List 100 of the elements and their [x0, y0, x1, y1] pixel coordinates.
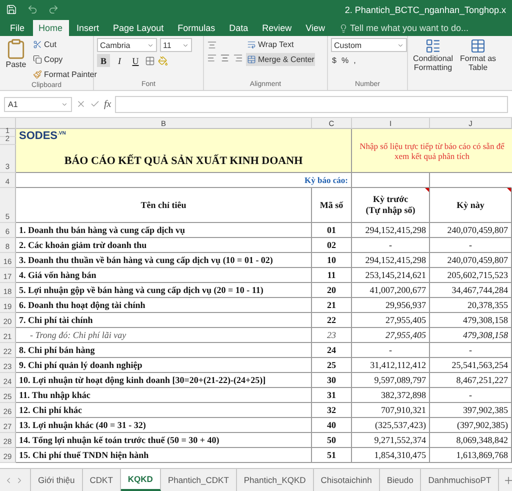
insert-function-button[interactable]: fx	[104, 98, 112, 110]
number-format-field[interactable]: Custom	[331, 38, 407, 52]
sheet-tab[interactable]: DanhmuchisoPT	[421, 469, 500, 491]
table-cell: 10. Lợi nhuận từ hoạt động kinh doanh [30=20+(21-22)-(24+25)]	[16, 373, 312, 388]
table-cell: 9. Chi phí quản lý doanh nghiệp	[16, 358, 312, 373]
logo: SODES$^{.VN}$	[19, 130, 66, 142]
table-cell: 4. Giá vốn hàng bán	[16, 268, 312, 283]
save-icon	[6, 4, 17, 15]
styles-button[interactable]: Conditional Formatting	[411, 38, 456, 90]
table-cell: 6. Doanh thu hoạt động tài chính	[16, 298, 312, 313]
table-cell: - Trong đó: Chi phí lãi vay	[16, 328, 312, 343]
table-cell: 29,956,937	[352, 298, 430, 313]
scissors-icon	[33, 40, 42, 49]
ribbon-tab[interactable]: View	[300, 20, 331, 36]
select-all-corner[interactable]	[0, 118, 16, 129]
ribbon-tab[interactable]: Page Layout	[107, 20, 170, 36]
table-cell: 51	[312, 448, 352, 463]
table-cell: 479,308,158	[430, 328, 512, 343]
format-painter-button[interactable]: Format Painter	[32, 68, 98, 81]
table-cell: 11	[312, 268, 352, 283]
table-cell: -	[352, 238, 430, 253]
ribbon-tab[interactable]: File	[4, 20, 31, 36]
table-cell: 25	[312, 358, 352, 373]
ribbon-tab[interactable]: Review	[256, 20, 298, 36]
table-cell: 3. Doanh thu thuần về bán hàng và cung cấp dịch vụ (10 = 01 - 02)	[16, 253, 312, 268]
styles-button[interactable]: Format as Table	[458, 38, 498, 90]
window-title: 2. Phantich_BCTC_nganhan_Tonghop.x	[344, 4, 506, 14]
column-heading: Mã số	[312, 188, 352, 223]
table-cell: 01	[312, 223, 352, 238]
table-cell: 24	[312, 343, 352, 358]
conditional-formatting-icon	[425, 38, 442, 54]
comma-button[interactable]: ,	[352, 54, 357, 67]
sheet-tab[interactable]: Chisotaichinh	[314, 469, 380, 491]
table-cell: 11. Thu nhập khác	[16, 388, 312, 403]
font-name-field[interactable]: Cambria	[97, 38, 157, 52]
font-size-field[interactable]: 11	[160, 38, 192, 52]
table-cell: (325,537,423)	[352, 418, 430, 433]
table-cell: 8,467,251,227	[430, 373, 512, 388]
table-cell: 707,910,321	[352, 403, 430, 418]
scroll-right-icon	[15, 476, 24, 484]
table-cell: 50	[312, 433, 352, 448]
table-cell: 9,271,552,374	[352, 433, 430, 448]
bold-button[interactable]: B	[97, 54, 110, 67]
table-cell: 1,613,869,768	[430, 448, 512, 463]
table-cell: 479,308,158	[430, 313, 512, 328]
table-cell: 23	[312, 328, 352, 343]
sheet-tab[interactable]: Bieudo	[380, 469, 422, 491]
paintbrush-icon	[33, 70, 42, 79]
name-box[interactable]: A1	[4, 96, 72, 112]
table-cell: 25,541,563,254	[430, 358, 512, 373]
merge-center-button[interactable]: Merge & Center	[246, 53, 316, 66]
wrap-text-button[interactable]: Wrap Text	[246, 38, 316, 51]
table-cell: 27,955,405	[352, 313, 430, 328]
cancel-icon	[76, 99, 86, 109]
lightbulb-icon	[339, 24, 348, 32]
table-cell: (397,902,385)	[430, 418, 512, 433]
ribbon-tab[interactable]: Insert	[70, 20, 106, 36]
sheet-tab[interactable]: Giới thiệu	[31, 469, 83, 491]
ribbon-tab[interactable]: Formulas	[172, 20, 222, 36]
table-cell: 5. Lợi nhuận gộp về bán hàng và cung cấp dịch vụ (20 = 10 - 11)	[16, 283, 312, 298]
table-cell: 22	[312, 313, 352, 328]
table-icon	[470, 38, 486, 54]
caret-icon	[147, 42, 154, 48]
caret-icon	[182, 42, 189, 48]
table-cell: 1,854,310,475	[352, 448, 430, 463]
sheet-tab[interactable]: KQKD	[120, 469, 161, 491]
ribbon-tab[interactable]: Data	[223, 20, 254, 36]
percent-button[interactable]: %	[340, 54, 350, 67]
table-cell: 7. Chi phí tài chính	[16, 313, 312, 328]
copy-icon	[33, 55, 42, 64]
underline-button[interactable]: U	[129, 54, 142, 67]
sheet-tab[interactable]: Phantich_CDKT	[160, 469, 237, 491]
formula-field[interactable]	[115, 96, 508, 112]
ribbon-tab[interactable]: Home	[32, 20, 69, 36]
table-cell: 14. Tổng lợi nhuận kế toán trước thuế (50 = 30 + 40)	[16, 433, 312, 448]
italic-button[interactable]: I	[113, 54, 126, 67]
table-cell: 2. Các khoản giảm trừ doanh thu	[16, 238, 312, 253]
comment-indicator-icon	[507, 188, 511, 192]
table-cell: 8. Chi phí bán hàng	[16, 343, 312, 358]
table-cell: 397,902,385	[430, 403, 512, 418]
table-cell: -	[430, 238, 512, 253]
undo-icon	[27, 4, 38, 15]
table-cell: -	[430, 388, 512, 403]
table-cell: 20	[312, 283, 352, 298]
column-heading: Kỳ trước (Tự nhập số)	[352, 188, 430, 223]
sheet-tab[interactable]: Phantich_KQKD	[236, 469, 314, 491]
align-right-icon	[233, 53, 243, 63]
paste-button[interactable]: Paste	[3, 38, 29, 81]
tell-me-field[interactable]: Tell me what you want to do...	[339, 20, 469, 36]
report-title: BÁO CÁO KẾT QUẢ SẢN XUẤT KINH DOANH	[64, 155, 303, 167]
copy-button[interactable]: Copy	[32, 53, 98, 66]
table-cell: 02	[312, 238, 352, 253]
align-center-icon	[220, 53, 230, 63]
caret-icon	[61, 100, 68, 108]
wrap-text-icon	[247, 40, 256, 49]
currency-button[interactable]: $	[331, 54, 338, 67]
table-cell: 20,378,355	[430, 298, 512, 313]
caret-icon	[397, 42, 404, 48]
table-cell: 8,069,348,842	[430, 433, 512, 448]
clipboard-icon	[5, 38, 27, 60]
